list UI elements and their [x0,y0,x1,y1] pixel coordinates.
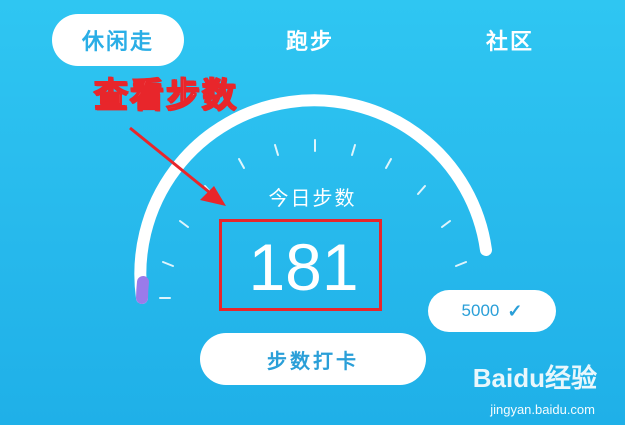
goal-value: 5000 [461,301,500,320]
gauge-title: 今日步数 [268,186,357,210]
check-icon: ✓ [507,300,523,321]
baidu-watermark: Baidu经验 [472,363,597,393]
watermark-url: jingyan.baidu.com [490,402,595,417]
goal-button[interactable]: 5000 ✓ [428,290,556,332]
gauge-progress [136,276,149,304]
step-checkin-button[interactable]: 步数打卡 [200,333,426,385]
highlight-box [219,219,382,311]
